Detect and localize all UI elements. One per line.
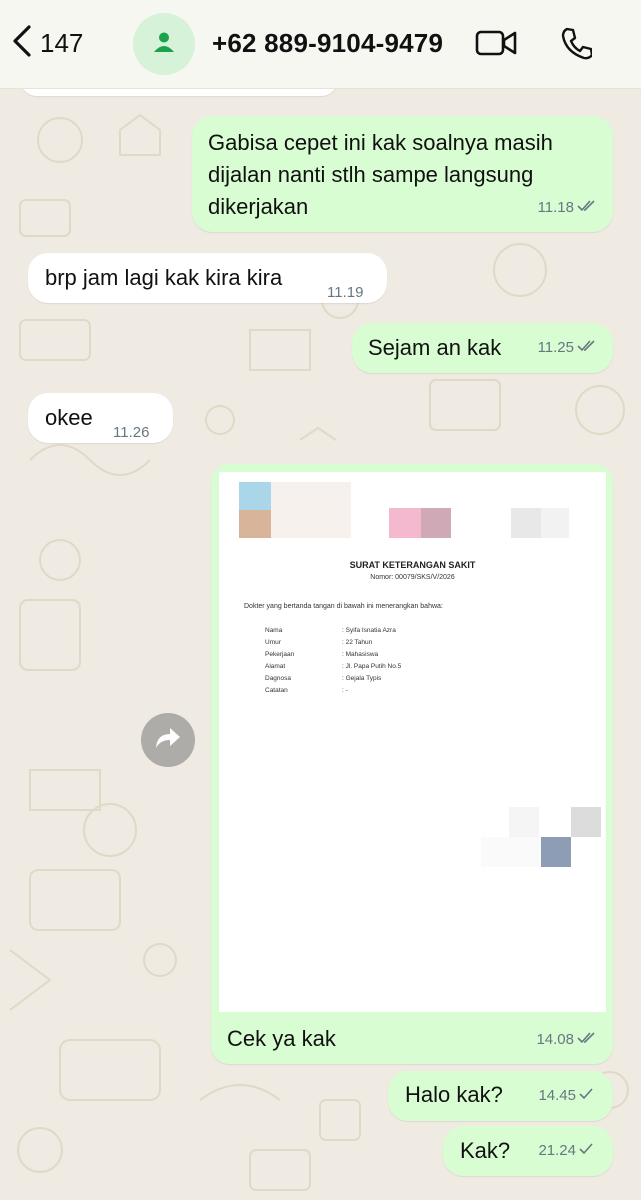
message-bubble-outgoing[interactable]: Sejam an kak 11.25 bbox=[352, 323, 613, 373]
double-check-icon bbox=[577, 332, 597, 364]
phone-icon bbox=[560, 27, 594, 64]
video-call-button[interactable] bbox=[475, 28, 517, 63]
field-label: Nama bbox=[265, 627, 283, 634]
message-text: okee bbox=[45, 405, 93, 430]
field-label: Umur bbox=[265, 639, 281, 646]
document-number: Nomor: 00079/SKS/V/2026 bbox=[370, 574, 455, 581]
double-check-icon bbox=[577, 1024, 597, 1056]
message-meta: 14.45 bbox=[538, 1080, 593, 1112]
message-text: brp jam lagi kak kira kira bbox=[45, 265, 283, 290]
field-label: Pekerjaan bbox=[265, 651, 295, 658]
redacted-block bbox=[239, 510, 271, 538]
single-check-icon bbox=[579, 1080, 593, 1112]
document-intro: Dokter yang bertanda tangan di bawah ini… bbox=[244, 603, 443, 610]
redacted-block bbox=[421, 508, 451, 538]
field-value: : Gejala Typis bbox=[342, 675, 382, 682]
redacted-block bbox=[541, 508, 569, 538]
forward-button[interactable] bbox=[141, 713, 195, 767]
avatar[interactable] bbox=[133, 13, 195, 75]
person-icon bbox=[153, 31, 175, 58]
redacted-block bbox=[239, 482, 271, 510]
message-time: 14.45 bbox=[538, 1087, 576, 1104]
redacted-block bbox=[271, 482, 351, 538]
message-time: 21.24 bbox=[538, 1142, 576, 1159]
message-bubble-outgoing[interactable]: Halo kak? 14.45 bbox=[388, 1071, 613, 1121]
message-meta: 11.19 bbox=[327, 277, 363, 309]
redacted-block bbox=[511, 508, 541, 538]
message-text: Cek ya kak bbox=[227, 1026, 336, 1051]
message-bubble-incoming[interactable]: brp jam lagi kak kira kira 11.19 bbox=[28, 253, 387, 303]
message-meta: 11.26 bbox=[113, 417, 149, 449]
message-bubble-outgoing[interactable]: Kak? 21.24 bbox=[443, 1126, 613, 1176]
message-text: Halo kak? bbox=[405, 1082, 503, 1107]
field-value: : 22 Tahun bbox=[342, 639, 373, 646]
field-label: Alamat bbox=[265, 663, 286, 670]
field-label: Catatan bbox=[265, 687, 288, 694]
chat-header: 147 +62 889-9104-9479 bbox=[0, 0, 641, 89]
message-meta: 21.24 bbox=[538, 1135, 593, 1167]
unread-count: 147 bbox=[40, 28, 84, 58]
document-image[interactable]: SURAT KETERANGAN SAKIT Nomor: 00079/SKS/… bbox=[219, 472, 606, 1012]
contact-name[interactable]: +62 889-9104-9479 bbox=[212, 28, 443, 59]
field-value: : Syifa Isnatia Azra bbox=[342, 627, 396, 634]
field-label: Dagnosa bbox=[265, 675, 292, 682]
redacted-block bbox=[389, 508, 421, 538]
message-time: 14.08 bbox=[536, 1031, 574, 1048]
redacted-block bbox=[541, 837, 571, 867]
voice-call-button[interactable] bbox=[560, 26, 594, 65]
message-text: Sejam an kak bbox=[368, 335, 502, 360]
forward-arrow-icon bbox=[154, 726, 182, 755]
single-check-icon bbox=[579, 1135, 593, 1167]
field-value: : - bbox=[342, 687, 348, 694]
message-time: 11.18 bbox=[537, 199, 574, 216]
message-meta: 14.08 bbox=[536, 1024, 597, 1056]
double-check-icon bbox=[577, 192, 597, 224]
redacted-block bbox=[509, 807, 539, 837]
message-bubble-outgoing[interactable]: Gabisa cepet ini kak soalnya masih dijal… bbox=[192, 116, 613, 232]
back-button[interactable]: 147 bbox=[10, 24, 83, 63]
document-title: SURAT KETERANGAN SAKIT bbox=[349, 560, 476, 570]
redacted-block bbox=[481, 837, 541, 867]
message-text: Gabisa cepet ini kak soalnya masih dijal… bbox=[208, 130, 553, 219]
message-text: Kak? bbox=[460, 1138, 511, 1163]
message-time: 11.25 bbox=[537, 339, 574, 356]
message-time: 11.26 bbox=[113, 424, 150, 441]
redacted-block bbox=[571, 807, 601, 837]
message-time: 11.19 bbox=[327, 284, 364, 301]
message-bubble-incoming[interactable]: okee 11.26 bbox=[28, 393, 173, 443]
message-meta: 11.18 bbox=[538, 192, 597, 224]
video-camera-icon bbox=[475, 30, 517, 62]
field-value: : Jl. Papa Putih No.5 bbox=[342, 663, 402, 670]
chevron-left-icon bbox=[10, 24, 34, 63]
field-value: : Mahasiswa bbox=[342, 651, 379, 658]
message-meta: 11.25 bbox=[538, 332, 597, 364]
